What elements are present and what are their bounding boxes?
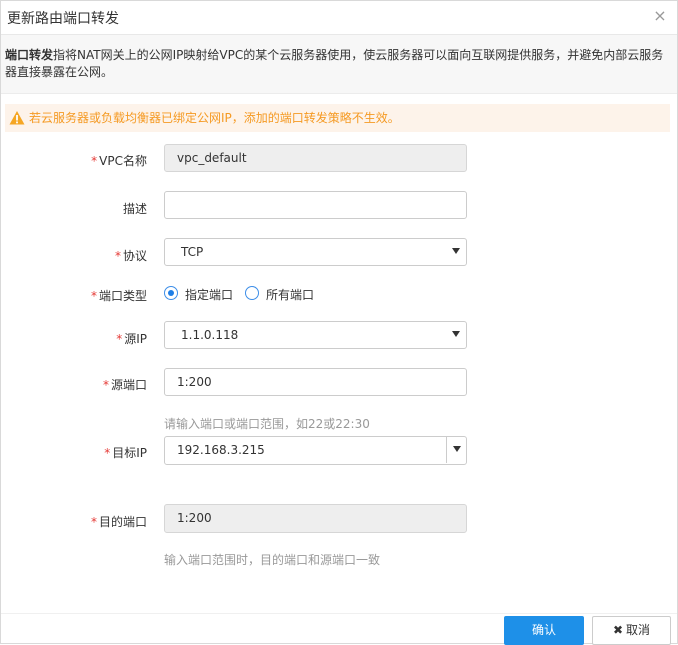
dialog-titlebar: 更新路由端口转发 × (1, 1, 677, 35)
update-port-forwarding-dialog: 更新路由端口转发 × 端口转发指将NAT网关上的公网IP映射给VPC的某个云服务… (0, 0, 678, 645)
dialog-title: 更新路由端口转发 (7, 11, 119, 27)
description-label: 描述 (123, 200, 147, 217)
warning-text: 若云服务器或负载均衡器已绑定公网IP，添加的端口转发策略不生效。 (29, 111, 400, 125)
source-ip-label: * 源IP (116, 330, 147, 347)
protocol-label: * 协议 (115, 247, 147, 264)
protocol-select[interactable]: TCP (164, 238, 467, 266)
footer-divider (1, 613, 677, 614)
source-ip-label-text: 源IP (124, 332, 147, 346)
description-input[interactable] (164, 191, 467, 219)
source-port-input[interactable]: 1:200 (164, 368, 467, 396)
source-port-hint: 请输入端口或端口范围，如22或22:30 (164, 417, 370, 431)
radio-all-ports-label[interactable]: 所有端口 (266, 286, 314, 303)
required-mark: * (116, 332, 123, 346)
warning-icon (9, 111, 25, 125)
source-ip-select[interactable]: 1.1.0.118 (164, 321, 467, 349)
target-port-label-text: 目的端口 (98, 515, 147, 529)
description-label-text: 描述 (122, 202, 147, 216)
target-port-value: 1:200 (177, 511, 212, 525)
required-mark: * (104, 446, 111, 460)
combo-divider (446, 437, 447, 463)
cancel-label: 取消 (626, 623, 651, 637)
target-port-field: 1:200 (164, 504, 467, 533)
vpc-name-value: vpc_default (177, 151, 247, 165)
close-icon: ✖ (612, 623, 624, 637)
target-port-label: * 目的端口 (91, 513, 147, 530)
warning-banner: 若云服务器或负载均衡器已绑定公网IP，添加的端口转发策略不生效。 (5, 104, 670, 132)
chevron-down-icon (452, 331, 460, 337)
confirm-button[interactable]: 确认 (504, 616, 584, 645)
port-type-label: * 端口类型 (91, 287, 147, 304)
source-port-label: * 源端口 (103, 376, 147, 393)
required-mark: * (91, 154, 98, 168)
required-mark: * (90, 515, 97, 529)
required-mark: * (102, 378, 109, 392)
info-text: 端口转发指将NAT网关上的公网IP映射给VPC的某个云服务器使用，使云服务器可以… (5, 47, 671, 81)
radio-specified-port-label[interactable]: 指定端口 (185, 286, 233, 303)
target-ip-label-text: 目标IP (112, 446, 147, 460)
cancel-button[interactable]: ✖ 取消 (592, 616, 671, 645)
vpc-name-field: vpc_default (164, 144, 467, 172)
info-term: 端口转发 (5, 48, 54, 62)
protocol-label-text: 协议 (122, 249, 147, 263)
vpc-label: * VPC名称 (91, 152, 147, 169)
source-ip-value: 1.1.0.118 (181, 328, 239, 342)
required-mark: * (90, 289, 97, 303)
radio-all-ports[interactable] (245, 286, 259, 300)
port-type-label-text: 端口类型 (98, 289, 147, 303)
source-port-value: 1:200 (177, 375, 212, 389)
chevron-down-icon (452, 248, 460, 254)
required-mark: * (114, 249, 121, 263)
protocol-value: TCP (181, 245, 204, 259)
radio-specified-port[interactable] (164, 286, 178, 300)
info-description: 指将NAT网关上的公网IP映射给VPC的某个云服务器使用，使云服务器可以面向互联… (5, 48, 664, 79)
target-ip-label: * 目标IP (104, 444, 147, 461)
target-port-hint: 输入端口范围时，目的端口和源端口一致 (164, 553, 381, 567)
target-ip-combobox[interactable]: 192.168.3.215 (164, 436, 467, 465)
chevron-down-icon[interactable] (453, 446, 461, 452)
vpc-label-text: VPC名称 (99, 154, 147, 168)
info-panel: 端口转发指将NAT网关上的公网IP映射给VPC的某个云服务器使用，使云服务器可以… (1, 35, 677, 94)
target-ip-value: 192.168.3.215 (177, 443, 265, 457)
source-port-label-text: 源端口 (110, 378, 147, 392)
close-icon[interactable]: × (653, 8, 667, 24)
